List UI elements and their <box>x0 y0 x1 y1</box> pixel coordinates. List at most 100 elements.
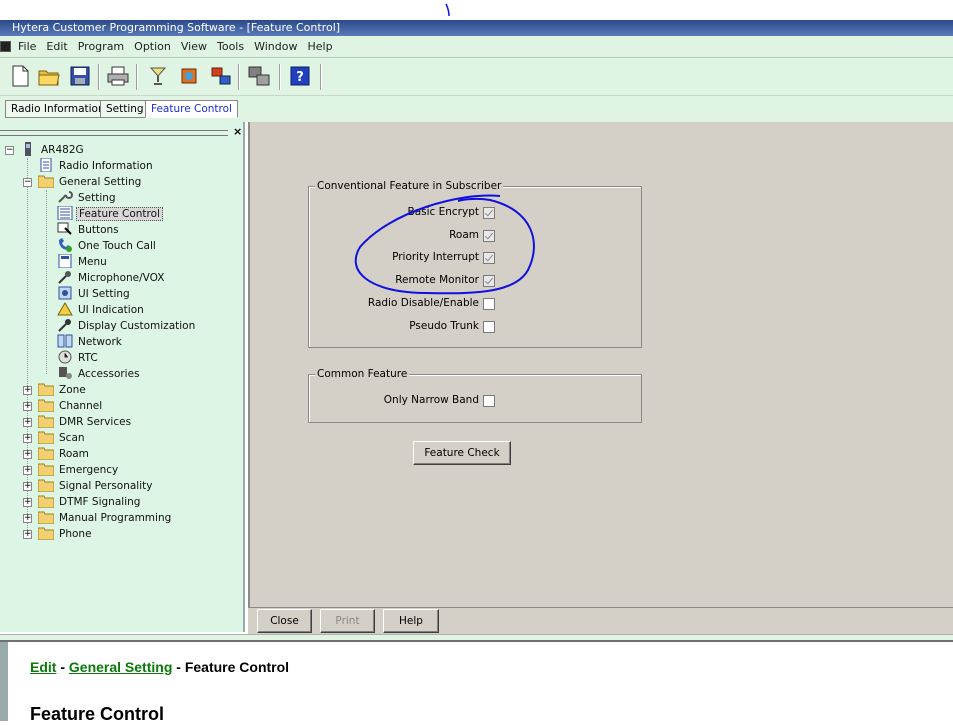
tree-drag-handle[interactable] <box>0 130 228 136</box>
menu-program[interactable]: Program <box>73 36 129 58</box>
folder-icon <box>38 463 54 476</box>
ui-setting-icon <box>58 286 72 300</box>
tree-item-label: DTMF Signaling <box>59 496 141 508</box>
breadcrumb-general-setting-link[interactable]: General Setting <box>69 659 172 675</box>
expand-toggle[interactable]: + <box>23 466 32 475</box>
annotation-circle <box>354 194 535 295</box>
tree-item-channel[interactable]: Channel <box>38 398 104 414</box>
tree-line <box>27 158 28 534</box>
tree-item-roam[interactable]: Roam <box>38 446 91 462</box>
expand-toggle[interactable]: + <box>23 482 32 491</box>
tree-item-label: Display Customization <box>78 320 196 332</box>
network-icon <box>57 334 73 348</box>
collapse-toggle[interactable]: − <box>5 146 14 155</box>
menu-window[interactable]: Window <box>249 36 302 58</box>
tree-item-accessories[interactable]: Accessories <box>57 366 142 382</box>
tree-item-label: Scan <box>59 432 85 444</box>
breadcrumb-separator: - <box>56 659 69 675</box>
tree-item-menu[interactable]: Menu <box>57 254 109 270</box>
toolbar-separator <box>320 64 322 90</box>
help-splitter[interactable] <box>0 634 953 642</box>
tree-item-zone[interactable]: Zone <box>38 382 88 398</box>
tree-item-network[interactable]: Network <box>57 334 124 350</box>
tree-item-microphone-vox[interactable]: Microphone/VOX <box>57 270 166 286</box>
read-radio-icon[interactable] <box>147 65 169 87</box>
open-folder-icon[interactable] <box>38 65 60 87</box>
only-narrow-band-label: Only Narrow Band <box>383 394 479 406</box>
expand-toggle[interactable]: + <box>23 434 32 443</box>
tree-item-label: UI Indication <box>78 304 144 316</box>
compare-icon[interactable] <box>248 65 270 87</box>
expand-toggle[interactable]: + <box>23 386 32 395</box>
tree-item-scan[interactable]: Scan <box>38 430 87 446</box>
common-feature-group: Common Feature Only Narrow Band <box>308 368 642 423</box>
breadcrumb-edit-link[interactable]: Edit <box>30 659 56 675</box>
only-narrow-band-checkbox[interactable] <box>483 395 495 407</box>
tree-item-one-touch-call[interactable]: One Touch Call <box>57 238 158 254</box>
tree-item-dmr-services[interactable]: DMR Services <box>38 414 133 430</box>
print-icon[interactable] <box>107 65 129 87</box>
menu-view[interactable]: View <box>176 36 212 58</box>
tree-item-manual-programming[interactable]: Manual Programming <box>38 510 173 526</box>
tree-root[interactable]: AR482G <box>20 142 86 158</box>
close-button[interactable]: Close <box>257 609 312 633</box>
tree-item-setting[interactable]: Setting <box>57 190 118 206</box>
clock-icon <box>58 350 72 364</box>
tree-item-ui-setting[interactable]: UI Setting <box>57 286 132 302</box>
tree-item-label: Manual Programming <box>59 512 172 524</box>
expand-toggle[interactable]: + <box>23 450 32 459</box>
tree-item-label: Accessories <box>78 368 140 380</box>
annotation-mark <box>445 3 450 17</box>
expand-toggle[interactable]: + <box>23 514 32 523</box>
expand-toggle[interactable]: + <box>23 498 32 507</box>
tree-item-rtc[interactable]: RTC <box>57 350 100 366</box>
menu-option[interactable]: Option <box>129 36 176 58</box>
accessories-icon <box>59 367 72 379</box>
conventional-group-title: Conventional Feature in Subscriber <box>315 180 504 192</box>
menu-edit[interactable]: Edit <box>41 36 72 58</box>
tree-item-label: RTC <box>78 352 98 364</box>
document-icon <box>40 158 52 172</box>
tree-item-buttons[interactable]: Buttons <box>57 222 121 238</box>
close-icon[interactable]: × <box>233 125 242 138</box>
new-file-icon[interactable] <box>9 65 31 87</box>
menu-help[interactable]: Help <box>302 36 337 58</box>
toolbar-separator <box>238 64 240 90</box>
tree-item-ui-indication[interactable]: UI Indication <box>57 302 146 318</box>
tree-item-signal-personality[interactable]: Signal Personality <box>38 478 154 494</box>
pseudo-trunk-checkbox[interactable] <box>483 321 495 333</box>
tree-item-display-customization[interactable]: Display Customization <box>57 318 197 334</box>
save-icon[interactable] <box>69 65 91 87</box>
toolbar-separator <box>136 64 138 90</box>
tree-item-radio-information[interactable]: Radio Information <box>38 158 155 174</box>
tab-radio-information[interactable]: Radio Information <box>5 100 111 118</box>
folder-icon <box>38 511 54 524</box>
menu-tools[interactable]: Tools <box>212 36 249 58</box>
tree-item-dtmf-signaling[interactable]: DTMF Signaling <box>38 494 142 510</box>
app-icon[interactable] <box>0 41 11 52</box>
common-group-title: Common Feature <box>315 368 410 380</box>
transfer-icon[interactable] <box>210 65 232 87</box>
menu-icon <box>58 254 72 268</box>
tree-item-label: Signal Personality <box>59 480 153 492</box>
display-icon <box>58 319 71 332</box>
microphone-icon <box>58 271 71 284</box>
expand-toggle[interactable]: + <box>23 402 32 411</box>
help-icon[interactable]: ? <box>289 65 311 87</box>
help-button[interactable]: Help <box>383 609 439 633</box>
tree-item-general-setting[interactable]: General Setting <box>38 174 143 190</box>
expand-toggle[interactable]: + <box>23 530 32 539</box>
toolbar-separator <box>98 64 100 90</box>
expand-toggle[interactable]: + <box>23 418 32 427</box>
tab-setting[interactable]: Setting <box>100 100 150 118</box>
tree-item-emergency[interactable]: Emergency <box>38 462 120 478</box>
collapse-toggle[interactable]: − <box>23 178 32 187</box>
tree-item-label: Network <box>78 336 122 348</box>
write-radio-icon[interactable] <box>178 65 200 87</box>
tab-feature-control[interactable]: Feature Control <box>145 100 238 118</box>
tree-item-feature-control[interactable]: Feature Control <box>57 206 163 222</box>
feature-check-button[interactable]: Feature Check <box>413 441 511 465</box>
tree-item-phone[interactable]: Phone <box>38 526 94 542</box>
folder-icon <box>38 399 54 412</box>
menu-file[interactable]: File <box>13 36 41 58</box>
